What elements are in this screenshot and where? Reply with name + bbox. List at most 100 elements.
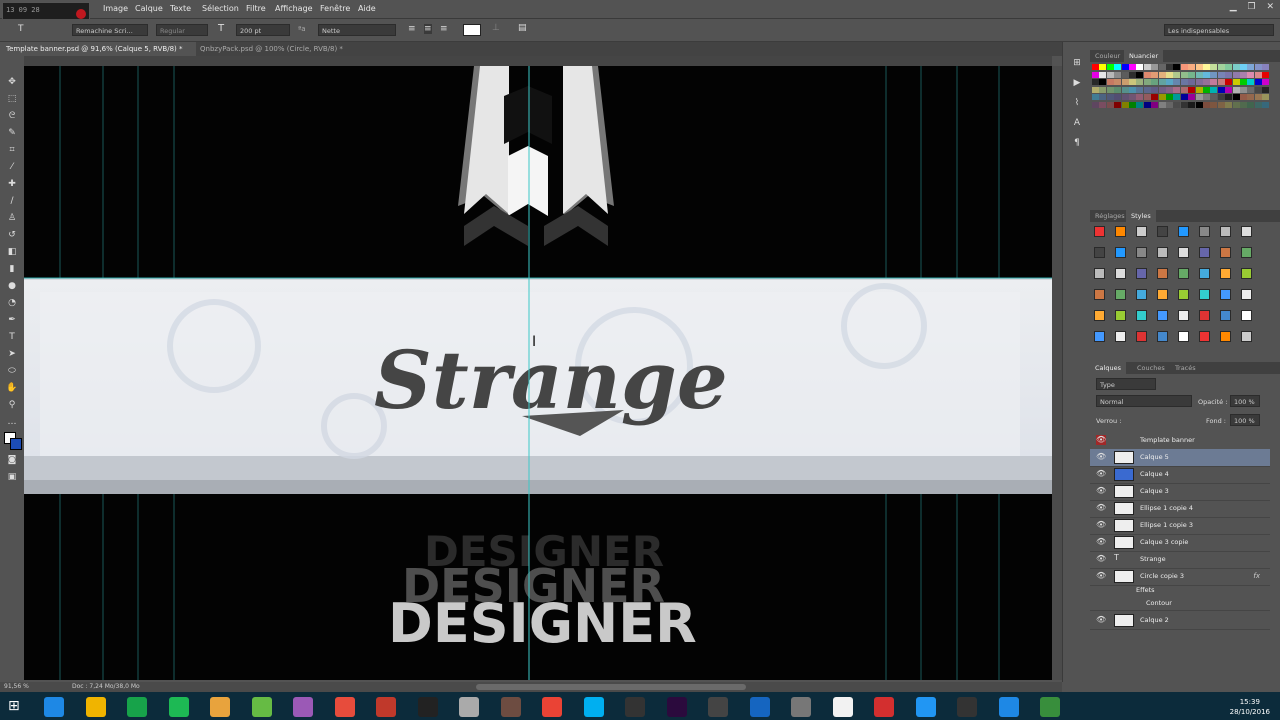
color-swatch[interactable] [1166,79,1173,85]
color-swatch[interactable] [1092,86,1099,93]
horizontal-scrollbar[interactable] [476,684,746,690]
color-swatch[interactable] [1151,94,1159,100]
style-swatch[interactable] [1157,226,1168,237]
tab-template-banner[interactable]: Template banner.psd @ 91,6% (Calque 5, R… [0,42,196,56]
color-swatch[interactable] [1217,71,1225,78]
style-swatch[interactable] [1115,331,1126,342]
style-swatch[interactable] [1178,268,1189,279]
menu-calque[interactable]: Calque [135,4,163,13]
color-swatch[interactable] [1129,71,1136,78]
style-swatch[interactable] [1178,289,1189,300]
color-swatch[interactable] [1180,64,1188,70]
color-swatch[interactable] [1210,101,1218,108]
color-swatch[interactable] [1106,101,1114,108]
style-swatch[interactable] [1199,226,1210,237]
actions-panel-icon[interactable]: ▶ [1068,78,1086,94]
color-swatch[interactable] [1180,79,1188,85]
color-swatch[interactable] [1158,101,1166,108]
style-swatch[interactable] [1115,226,1126,237]
tab-traces[interactable]: Tracés [1170,362,1201,374]
color-swatch[interactable] [1151,64,1159,70]
color-swatch[interactable] [1143,71,1151,78]
eye-icon[interactable]: 👁 [1096,520,1106,530]
layer-item[interactable]: 👁 Calque 3 copie [1090,534,1270,552]
layer-filter-select[interactable]: Type [1096,378,1156,390]
taskbar-app-icon[interactable] [957,697,977,717]
style-swatch[interactable] [1241,226,1252,237]
eye-icon[interactable]: 👁 [1096,554,1106,564]
color-swatch[interactable] [1247,94,1255,100]
screen-mode-icon[interactable]: ▣ [5,470,19,484]
color-swatch[interactable] [1151,86,1159,93]
color-swatch[interactable] [1158,71,1166,78]
color-swatch[interactable] [1195,64,1203,70]
layer-item[interactable]: 👁 Ellipse 1 copie 3 [1090,517,1270,535]
style-swatch[interactable] [1136,226,1147,237]
color-swatch[interactable] [1173,94,1181,100]
color-swatch[interactable] [1136,101,1144,108]
layer-group[interactable]: 👁 Template banner [1090,432,1270,450]
stamp-tool-icon[interactable]: ♙ [5,211,19,225]
color-swatch[interactable] [1106,71,1114,78]
color-swatch[interactable] [1106,79,1114,85]
color-swatch[interactable] [1254,86,1262,93]
opacity-field[interactable]: 100 % [1230,395,1260,407]
color-swatch[interactable] [1166,64,1173,70]
layer-item[interactable]: 👁 Circle copie 3 fx [1090,568,1270,586]
color-swatch[interactable] [1166,101,1173,108]
color-swatch[interactable] [1166,71,1173,78]
color-swatch[interactable] [1106,64,1114,70]
color-swatch[interactable] [1136,71,1144,78]
eye-icon[interactable]: 👁 [1096,469,1106,479]
layer-item[interactable]: 👁 Ellipse 1 copie 4 [1090,500,1270,518]
taskbar-app-icon[interactable] [915,697,936,717]
color-swatch[interactable] [1210,79,1218,85]
color-swatch[interactable] [1173,86,1181,93]
color-swatch[interactable] [1210,94,1218,100]
style-swatch[interactable] [1157,289,1168,300]
antialias-select[interactable]: Nette [318,24,396,36]
color-swatch[interactable] [1121,79,1129,85]
color-swatch[interactable] [1240,101,1247,108]
color-swatch[interactable] [1254,79,1262,85]
color-swatch[interactable] [1099,64,1107,70]
pen-tool-icon[interactable]: ✒ [5,313,19,327]
style-swatch[interactable] [1199,247,1210,258]
color-swatch[interactable] [1232,71,1240,78]
style-swatch[interactable] [1220,247,1231,258]
align-center-icon[interactable]: ≡ [424,24,432,34]
color-swatch[interactable] [1121,71,1129,78]
color-swatch[interactable] [1158,64,1166,70]
color-swatch[interactable] [1203,86,1210,93]
taskbar-app-icon[interactable] [210,697,230,717]
color-swatch[interactable] [1121,101,1129,108]
color-swatch[interactable] [1166,94,1173,100]
color-swatch[interactable] [1099,101,1107,108]
color-swatch[interactable] [1173,101,1181,108]
paragraph-panel-icon[interactable]: ¶ [1068,138,1086,154]
align-left-icon[interactable]: ≡ [408,24,416,34]
eye-icon[interactable]: 👁 [1096,537,1106,547]
style-swatch[interactable] [1136,331,1147,342]
color-swatch[interactable] [1114,94,1122,100]
history-panel-icon[interactable]: ⊞ [1068,58,1086,74]
font-size-field[interactable]: 200 pt [236,24,290,36]
color-swatch[interactable] [1180,71,1188,78]
eye-icon[interactable]: 👁 [1096,435,1106,445]
color-swatch[interactable] [1129,86,1136,93]
color-swatch[interactable] [1232,94,1240,100]
background-color[interactable] [10,438,22,450]
color-swatch[interactable] [1262,94,1270,100]
quick-mask-icon[interactable]: ◙ [5,453,19,467]
style-swatch[interactable] [1199,289,1210,300]
fill-field[interactable]: 100 % [1230,414,1260,426]
color-swatches[interactable] [4,432,24,452]
color-swatch[interactable] [1173,71,1181,78]
style-swatch[interactable] [1094,268,1105,279]
taskbar-app-icon[interactable] [791,697,811,717]
shape-tool-icon[interactable]: ⬭ [5,364,19,378]
quick-select-tool-icon[interactable]: ✎ [5,126,19,140]
layer-item[interactable]: 👁 Calque 2 [1090,612,1270,630]
color-swatch[interactable] [1158,79,1166,85]
menu-image[interactable]: Image [103,4,128,13]
